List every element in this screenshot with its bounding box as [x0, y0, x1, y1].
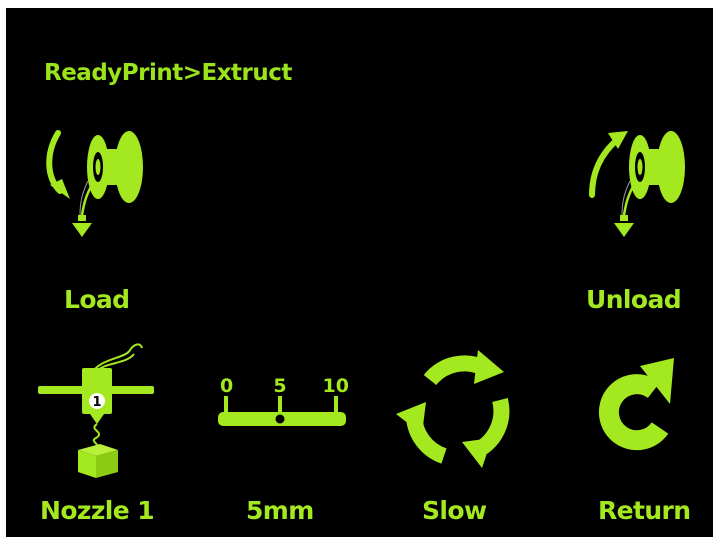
- unload-label: Unload: [586, 285, 682, 314]
- return-arrow-icon: [598, 358, 674, 451]
- load-label: Load: [64, 285, 130, 314]
- distance-button[interactable]: 0 5 10 5mm: [204, 338, 364, 533]
- unload-button[interactable]: Unload: [576, 123, 706, 323]
- filament-unload-icon: [589, 131, 685, 237]
- speed-button[interactable]: Slow: [392, 338, 522, 533]
- scale-tick-0: 0: [220, 375, 233, 397]
- distance-label: 5mm: [246, 496, 314, 525]
- speed-cycle-icon: [396, 350, 510, 468]
- nozzle-icon: 1: [38, 343, 154, 478]
- speed-label: Slow: [422, 496, 487, 525]
- scale-tick-10: 10: [323, 375, 349, 397]
- return-button[interactable]: Return: [576, 338, 706, 533]
- nozzle-button[interactable]: 1 Nozzle 1: [34, 338, 164, 533]
- filament-load-icon: [46, 130, 143, 237]
- nozzle-badge: 1: [92, 395, 101, 410]
- scale-tick-5: 5: [273, 375, 286, 397]
- return-label: Return: [598, 496, 691, 525]
- page-title: ReadyPrint>Extruct: [44, 60, 292, 86]
- distance-scale-icon: 0 5 10: [218, 375, 349, 426]
- load-button[interactable]: Load: [36, 123, 146, 323]
- nozzle-label: Nozzle 1: [40, 496, 155, 525]
- extrude-screen: ReadyPrint>Extruct Load Unload 1 Nozzle …: [6, 8, 713, 537]
